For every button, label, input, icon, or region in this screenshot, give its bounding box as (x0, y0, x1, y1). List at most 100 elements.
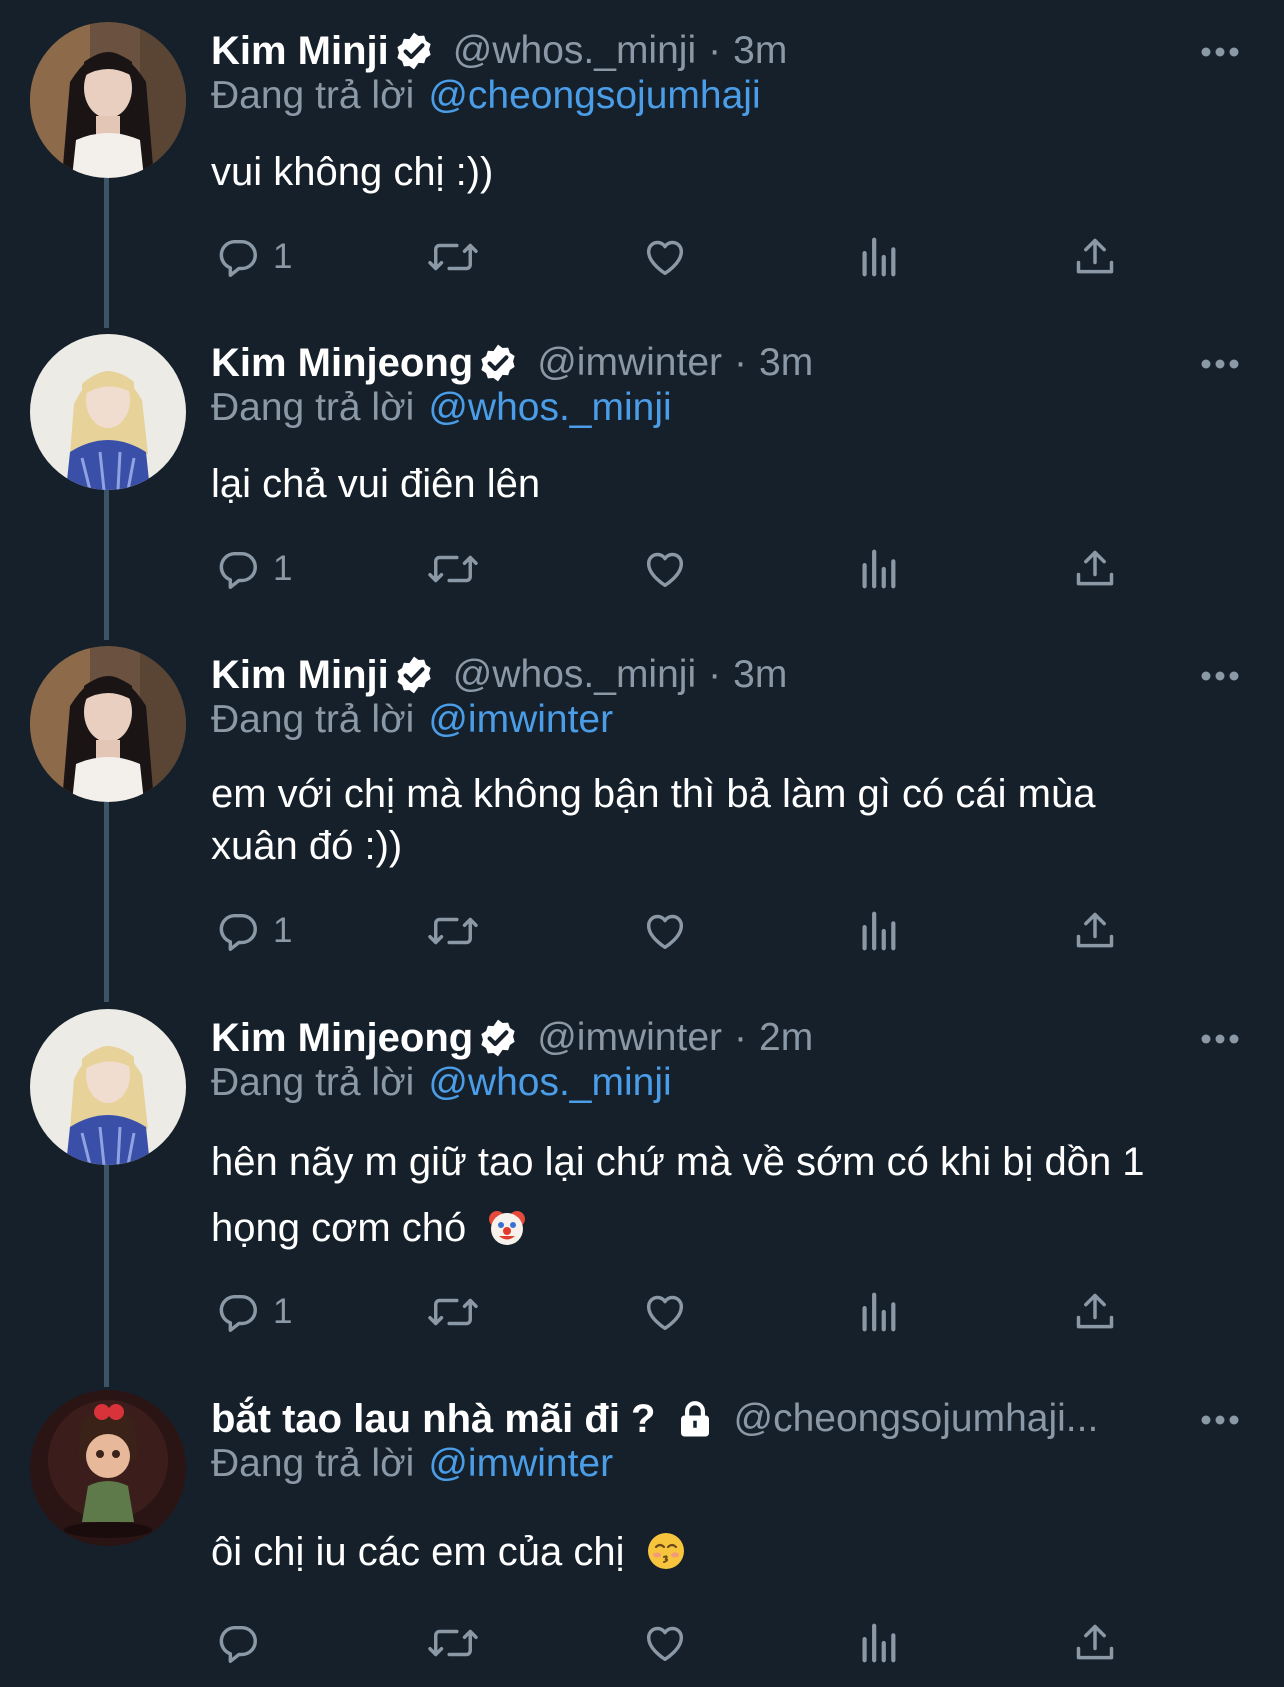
like-button[interactable] (641, 544, 689, 594)
timestamp[interactable]: 3m (759, 341, 813, 385)
avatar-cartoon-girl-icon (30, 1390, 186, 1546)
tweet-text-line: hên nãy m giữ tao lại chứ mà về sớm có k… (211, 1140, 1145, 1184)
thread-connector (104, 1165, 109, 1387)
user-handle[interactable]: @imwinter (537, 1016, 722, 1060)
replying-to-handle[interactable]: @whos._minji (428, 1061, 671, 1104)
tweet-header: Kim Minji @whos._minji · 3m (211, 22, 787, 80)
more-options-icon[interactable] (1200, 1414, 1240, 1426)
replying-to: Đang trả lời @whos._minji (211, 386, 672, 430)
avatar[interactable] (30, 646, 186, 802)
more-options-icon[interactable] (1200, 670, 1240, 682)
separator-dot: · (708, 29, 722, 72)
tweet-text: hên nãy m giữ tao lại chứ mà về sớm có k… (211, 1129, 1231, 1261)
separator-dot: · (734, 341, 747, 384)
share-icon (1076, 1293, 1114, 1329)
verified-badge-icon (481, 1019, 515, 1057)
reply-button[interactable]: 1 (215, 544, 292, 594)
replying-to-handle[interactable]: @imwinter (428, 1442, 613, 1485)
like-button[interactable] (641, 1618, 689, 1668)
user-handle[interactable]: @whos._minji (453, 29, 696, 73)
timestamp[interactable]: 3m (733, 653, 787, 697)
clown-face-icon (489, 1211, 526, 1245)
timestamp[interactable]: 3m (733, 29, 787, 73)
heart-icon (646, 240, 684, 276)
share-button[interactable] (1073, 1618, 1117, 1668)
reply-button[interactable] (215, 1618, 273, 1668)
views-chart-icon (862, 1292, 896, 1332)
lock-icon (680, 1401, 709, 1437)
replying-to: Đang trả lời @imwinter (211, 698, 613, 742)
share-button[interactable] (1073, 544, 1117, 594)
tweet-header: Kim Minjeong @imwinter · 2m (211, 1009, 813, 1067)
reply-button[interactable]: 1 (215, 1287, 292, 1337)
views-button[interactable] (857, 1618, 899, 1668)
replying-to-handle[interactable]: @cheongsojumhaji (428, 74, 760, 117)
display-name[interactable]: bắt tao lau nhà mãi đi ? (211, 1397, 656, 1442)
retweet-button[interactable] (425, 1618, 481, 1668)
reply-icon (219, 1294, 257, 1332)
verified-badge-icon (397, 32, 431, 70)
heart-icon (646, 1626, 684, 1662)
like-button[interactable] (641, 1287, 689, 1337)
separator-dot: · (734, 1016, 747, 1059)
views-button[interactable] (857, 906, 899, 956)
avatar[interactable] (30, 1390, 186, 1546)
avatar[interactable] (30, 1009, 186, 1165)
avatar[interactable] (30, 22, 186, 178)
share-button[interactable] (1073, 1287, 1117, 1337)
replying-to-label: Đang trả lời (211, 1061, 415, 1104)
tweet-text-line: họng cơm chó (211, 1206, 467, 1250)
reply-count: 1 (273, 237, 293, 276)
more-options-icon[interactable] (1200, 46, 1240, 58)
display-name[interactable]: Kim Minjeong (211, 341, 473, 386)
timestamp[interactable]: 2m (759, 1016, 813, 1060)
share-button[interactable] (1073, 232, 1117, 282)
replying-to-label: Đang trả lời (211, 698, 415, 741)
heart-icon (646, 914, 684, 950)
retweet-button[interactable] (425, 232, 481, 282)
tweet-actions: 1 (211, 906, 1131, 956)
reply-button[interactable]: 1 (215, 232, 292, 282)
reply-count: 1 (273, 911, 293, 950)
views-button[interactable] (857, 544, 899, 594)
user-handle[interactable]: @imwinter (537, 341, 722, 385)
like-button[interactable] (641, 906, 689, 956)
display-name[interactable]: Kim Minji (211, 653, 389, 698)
retweet-button[interactable] (425, 906, 481, 956)
user-handle[interactable]: @cheongsojumhaji... (734, 1397, 1099, 1441)
tweet-text: em với chị mà không bận thì bả làm gì có… (211, 768, 1231, 872)
share-icon (1076, 550, 1114, 586)
views-chart-icon (862, 549, 896, 589)
thread-connector (104, 178, 109, 328)
like-button[interactable] (641, 232, 689, 282)
display-name[interactable]: Kim Minjeong (211, 1016, 473, 1061)
tweet-text: vui không chị :)) (211, 146, 1231, 198)
kissing-face-icon (647, 1533, 684, 1569)
reply-button[interactable]: 1 (215, 906, 292, 956)
views-button[interactable] (857, 232, 899, 282)
more-options-icon[interactable] (1200, 358, 1240, 370)
views-button[interactable] (857, 1287, 899, 1337)
avatar-dark-hair-photo-icon (30, 22, 186, 178)
replying-to-handle[interactable]: @imwinter (428, 698, 613, 741)
tweet-text-line-with-emoji: họng cơm chó (211, 1195, 1231, 1261)
avatar[interactable] (30, 334, 186, 490)
tweet-actions: 1 (211, 544, 1131, 594)
avatar-blonde-hair-photo-icon (30, 1009, 186, 1165)
user-handle[interactable]: @whos._minji (453, 653, 696, 697)
replying-to-label: Đang trả lời (211, 386, 415, 429)
retweet-button[interactable] (425, 544, 481, 594)
more-options-icon[interactable] (1200, 1033, 1240, 1045)
tweet-text-line: xuân đó :)) (211, 824, 403, 868)
share-icon (1076, 238, 1114, 274)
retweet-icon (428, 1629, 478, 1657)
replying-to: Đang trả lời @imwinter (211, 1442, 613, 1486)
tweet-text-content: lại chả vui điên lên (211, 462, 541, 506)
retweet-button[interactable] (425, 1287, 481, 1337)
tweet-header: bắt tao lau nhà mãi đi ? @cheongsojumhaj… (211, 1390, 1098, 1448)
replying-to: Đang trả lời @cheongsojumhaji (211, 74, 761, 118)
retweet-icon (428, 917, 478, 945)
replying-to-handle[interactable]: @whos._minji (428, 386, 671, 429)
display-name[interactable]: Kim Minji (211, 29, 389, 74)
share-button[interactable] (1073, 906, 1117, 956)
